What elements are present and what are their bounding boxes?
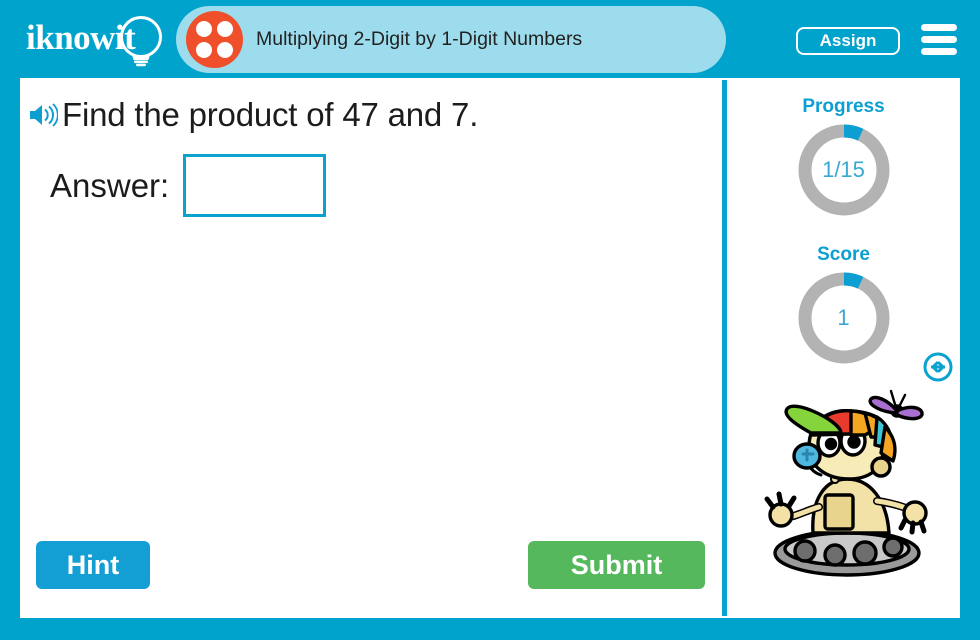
side-panel: Progress 1/15 Score 1	[727, 78, 960, 618]
hamburger-menu-icon[interactable]	[921, 24, 957, 56]
progress-label: Progress	[802, 96, 885, 117]
content-stage: Find the product of 47 and 7. Answer: Hi…	[20, 78, 960, 618]
submit-button[interactable]: Submit	[528, 541, 705, 589]
horizontal-resize-arrows-icon[interactable]	[923, 352, 953, 382]
lightbulb-icon	[120, 16, 162, 67]
progress-ring: 1/15	[796, 122, 892, 218]
hint-button[interactable]: Hint	[36, 541, 150, 589]
question-row: Find the product of 47 and 7.	[28, 96, 478, 134]
robot-mascot-propeller-hat	[764, 389, 928, 577]
answer-row: Answer:	[50, 154, 327, 217]
progress-block: Progress 1/15	[727, 96, 960, 218]
question-text: Find the product of 47 and 7.	[62, 96, 479, 133]
progress-value: 1/15	[822, 157, 865, 182]
app-window: iknowit Multiplying 2-Digit by 1-Digit N…	[0, 0, 980, 640]
score-block: Score 1	[727, 244, 960, 366]
assign-button[interactable]: Assign	[796, 27, 900, 55]
app-header: iknowit Multiplying 2-Digit by 1-Digit N…	[0, 0, 980, 78]
speaker-audio-icon[interactable]	[28, 102, 58, 128]
score-ring: 1	[796, 270, 892, 366]
lesson-title-pill: Multiplying 2-Digit by 1-Digit Numbers	[176, 6, 726, 73]
four-dots-icon	[186, 11, 243, 68]
score-value: 1	[837, 305, 850, 330]
answer-input[interactable]	[183, 154, 327, 217]
score-label: Score	[817, 244, 870, 265]
answer-label: Answer:	[50, 166, 170, 204]
brand-logo[interactable]: iknowit	[24, 12, 174, 68]
lesson-title: Multiplying 2-Digit by 1-Digit Numbers	[256, 28, 583, 50]
